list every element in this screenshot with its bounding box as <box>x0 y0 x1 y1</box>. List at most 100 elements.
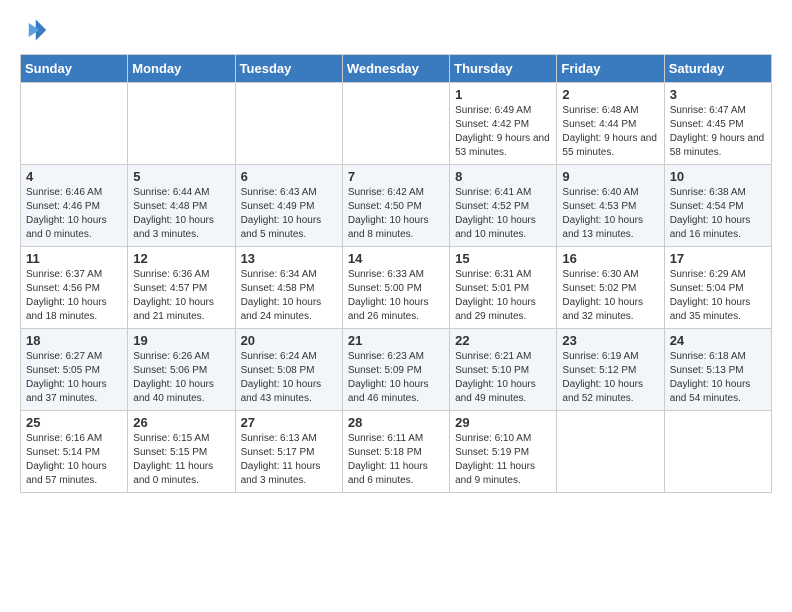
calendar-cell: 11 Sunrise: 6:37 AM Sunset: 4:56 PM Dayli… <box>21 247 128 329</box>
calendar-cell: 16 Sunrise: 6:30 AM Sunset: 5:02 PM Dayli… <box>557 247 664 329</box>
day-info: Sunrise: 6:43 AM Sunset: 4:49 PM Dayligh… <box>241 186 337 242</box>
day-info: Sunrise: 6:16 AM Sunset: 5:14 PM Dayligh… <box>26 432 122 488</box>
day-number: 13 <box>241 251 337 266</box>
day-number: 20 <box>241 333 337 348</box>
header-saturday: Saturday <box>664 55 771 83</box>
header-monday: Monday <box>128 55 235 83</box>
day-info: Sunrise: 6:42 AM Sunset: 4:50 PM Dayligh… <box>348 186 444 242</box>
calendar-cell: 27 Sunrise: 6:13 AM Sunset: 5:17 PM Dayli… <box>235 411 342 493</box>
day-number: 12 <box>133 251 229 266</box>
calendar-cell: 5 Sunrise: 6:44 AM Sunset: 4:48 PM Daylig… <box>128 165 235 247</box>
calendar-cell <box>342 83 449 165</box>
calendar-cell: 23Sunrise: 6:19 AM Sunset: 5:12 PM Dayli… <box>557 329 664 411</box>
calendar-cell: 10 Sunrise: 6:38 AM Sunset: 4:54 PM Dayli… <box>664 165 771 247</box>
calendar-week-1: 1 Sunrise: 6:49 AM Sunset: 4:42 PM Daylig… <box>21 83 772 165</box>
calendar-cell: 28Sunrise: 6:11 AM Sunset: 5:18 PM Dayli… <box>342 411 449 493</box>
day-info: Sunrise: 6:37 AM Sunset: 4:56 PM Dayligh… <box>26 268 122 324</box>
day-number: 21 <box>348 333 444 348</box>
logo-icon <box>20 16 48 44</box>
calendar-cell: 12 Sunrise: 6:36 AM Sunset: 4:57 PM Dayli… <box>128 247 235 329</box>
day-info: Sunrise: 6:23 AM Sunset: 5:09 PM Dayligh… <box>348 350 444 406</box>
day-number: 26 <box>133 415 229 430</box>
calendar-cell <box>21 83 128 165</box>
day-number: 4 <box>26 169 122 184</box>
calendar-cell: 26 Sunrise: 6:15 AM Sunset: 5:15 PM Dayli… <box>128 411 235 493</box>
day-number: 15 <box>455 251 551 266</box>
day-info: Sunrise: 6:13 AM Sunset: 5:17 PM Dayligh… <box>241 432 337 488</box>
day-number: 18 <box>26 333 122 348</box>
calendar-cell: 17 Sunrise: 6:29 AM Sunset: 5:04 PM Dayli… <box>664 247 771 329</box>
header-thursday: Thursday <box>450 55 557 83</box>
calendar-cell: 15Sunrise: 6:31 AM Sunset: 5:01 PM Dayli… <box>450 247 557 329</box>
calendar-cell: 8 Sunrise: 6:41 AM Sunset: 4:52 PM Daylig… <box>450 165 557 247</box>
header-wednesday: Wednesday <box>342 55 449 83</box>
day-info: Sunrise: 6:36 AM Sunset: 4:57 PM Dayligh… <box>133 268 229 324</box>
calendar-cell: 22 Sunrise: 6:21 AM Sunset: 5:10 PM Dayli… <box>450 329 557 411</box>
day-info: Sunrise: 6:10 AM Sunset: 5:19 PM Dayligh… <box>455 432 551 488</box>
day-number: 2 <box>562 87 658 102</box>
day-info: Sunrise: 6:34 AM Sunset: 4:58 PM Dayligh… <box>241 268 337 324</box>
day-number: 17 <box>670 251 766 266</box>
day-number: 22 <box>455 333 551 348</box>
day-number: 10 <box>670 169 766 184</box>
day-info: Sunrise: 6:18 AM Sunset: 5:13 PM Dayligh… <box>670 350 766 406</box>
day-number: 1 <box>455 87 551 102</box>
day-number: 27 <box>241 415 337 430</box>
day-number: 23 <box>562 333 658 348</box>
calendar-cell <box>557 411 664 493</box>
day-info: Sunrise: 6:15 AM Sunset: 5:15 PM Dayligh… <box>133 432 229 488</box>
day-number: 9 <box>562 169 658 184</box>
day-number: 25 <box>26 415 122 430</box>
calendar-cell <box>235 83 342 165</box>
calendar-cell: 7 Sunrise: 6:42 AM Sunset: 4:50 PM Daylig… <box>342 165 449 247</box>
day-info: Sunrise: 6:48 AM Sunset: 4:44 PM Dayligh… <box>562 104 658 160</box>
calendar-cell: 4 Sunrise: 6:46 AM Sunset: 4:46 PM Daylig… <box>21 165 128 247</box>
day-info: Sunrise: 6:40 AM Sunset: 4:53 PM Dayligh… <box>562 186 658 242</box>
day-number: 24 <box>670 333 766 348</box>
day-info: Sunrise: 6:26 AM Sunset: 5:06 PM Dayligh… <box>133 350 229 406</box>
logo <box>20 16 52 44</box>
day-number: 29 <box>455 415 551 430</box>
calendar-cell <box>664 411 771 493</box>
calendar-cell: 14 Sunrise: 6:33 AM Sunset: 5:00 PM Dayli… <box>342 247 449 329</box>
calendar-cell: 21 Sunrise: 6:23 AM Sunset: 5:09 PM Dayli… <box>342 329 449 411</box>
calendar-cell: 29 Sunrise: 6:10 AM Sunset: 5:19 PM Dayli… <box>450 411 557 493</box>
day-info: Sunrise: 6:49 AM Sunset: 4:42 PM Dayligh… <box>455 104 551 160</box>
day-info: Sunrise: 6:29 AM Sunset: 5:04 PM Dayligh… <box>670 268 766 324</box>
calendar-cell: 19 Sunrise: 6:26 AM Sunset: 5:06 PM Dayli… <box>128 329 235 411</box>
calendar-week-4: 18Sunrise: 6:27 AM Sunset: 5:05 PM Dayli… <box>21 329 772 411</box>
day-info: Sunrise: 6:41 AM Sunset: 4:52 PM Dayligh… <box>455 186 551 242</box>
day-info: Sunrise: 6:46 AM Sunset: 4:46 PM Dayligh… <box>26 186 122 242</box>
day-info: Sunrise: 6:44 AM Sunset: 4:48 PM Dayligh… <box>133 186 229 242</box>
day-info: Sunrise: 6:33 AM Sunset: 5:00 PM Dayligh… <box>348 268 444 324</box>
calendar-week-2: 4 Sunrise: 6:46 AM Sunset: 4:46 PM Daylig… <box>21 165 772 247</box>
calendar-week-5: 25 Sunrise: 6:16 AM Sunset: 5:14 PM Dayli… <box>21 411 772 493</box>
day-number: 14 <box>348 251 444 266</box>
calendar-cell <box>128 83 235 165</box>
day-info: Sunrise: 6:38 AM Sunset: 4:54 PM Dayligh… <box>670 186 766 242</box>
day-number: 11 <box>26 251 122 266</box>
calendar-cell: 3Sunrise: 6:47 AM Sunset: 4:45 PM Daylig… <box>664 83 771 165</box>
calendar-cell: 1 Sunrise: 6:49 AM Sunset: 4:42 PM Daylig… <box>450 83 557 165</box>
day-info: Sunrise: 6:11 AM Sunset: 5:18 PM Dayligh… <box>348 432 444 488</box>
day-number: 7 <box>348 169 444 184</box>
calendar-cell: 20 Sunrise: 6:24 AM Sunset: 5:08 PM Dayli… <box>235 329 342 411</box>
day-number: 5 <box>133 169 229 184</box>
header-tuesday: Tuesday <box>235 55 342 83</box>
header-sunday: Sunday <box>21 55 128 83</box>
calendar-header-row: SundayMondayTuesdayWednesdayThursdayFrid… <box>21 55 772 83</box>
calendar-cell: 24 Sunrise: 6:18 AM Sunset: 5:13 PM Dayli… <box>664 329 771 411</box>
day-number: 8 <box>455 169 551 184</box>
calendar-cell: 13 Sunrise: 6:34 AM Sunset: 4:58 PM Dayli… <box>235 247 342 329</box>
day-info: Sunrise: 6:30 AM Sunset: 5:02 PM Dayligh… <box>562 268 658 324</box>
calendar-table: SundayMondayTuesdayWednesdayThursdayFrid… <box>20 54 772 493</box>
day-info: Sunrise: 6:21 AM Sunset: 5:10 PM Dayligh… <box>455 350 551 406</box>
calendar-cell: 9 Sunrise: 6:40 AM Sunset: 4:53 PM Daylig… <box>557 165 664 247</box>
day-number: 16 <box>562 251 658 266</box>
day-number: 19 <box>133 333 229 348</box>
day-info: Sunrise: 6:24 AM Sunset: 5:08 PM Dayligh… <box>241 350 337 406</box>
calendar-cell: 25 Sunrise: 6:16 AM Sunset: 5:14 PM Dayli… <box>21 411 128 493</box>
calendar-cell: 2 Sunrise: 6:48 AM Sunset: 4:44 PM Daylig… <box>557 83 664 165</box>
day-info: Sunrise: 6:47 AM Sunset: 4:45 PM Dayligh… <box>670 104 766 160</box>
calendar-week-3: 11 Sunrise: 6:37 AM Sunset: 4:56 PM Dayli… <box>21 247 772 329</box>
